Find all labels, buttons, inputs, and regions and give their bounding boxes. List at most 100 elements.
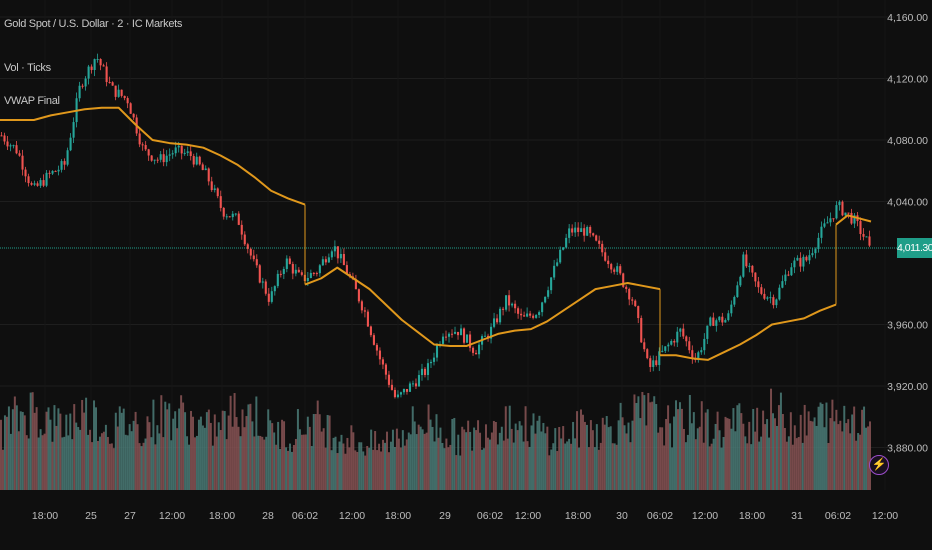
volume-bar [504, 406, 507, 490]
price-chart[interactable]: 4,160.00 4,120.00 4,080.00 4,040.00 3,960.00… [0, 0, 932, 550]
volume-bar [326, 414, 329, 490]
volume-bar [370, 429, 373, 490]
volume-bar [273, 432, 276, 490]
volume-bar [138, 443, 141, 490]
volume-bar [740, 413, 743, 490]
volume-bar [96, 441, 99, 490]
volume-bar [615, 444, 618, 490]
volume-bar [45, 411, 48, 490]
candle [390, 384, 394, 390]
candle [81, 85, 84, 87]
candle [288, 258, 291, 264]
candle [832, 218, 835, 220]
candle [835, 205, 838, 219]
candle [261, 281, 264, 283]
legend-volume[interactable]: Vol · Ticks [4, 62, 51, 74]
volume-bar [73, 404, 76, 490]
volume-bar [389, 441, 392, 490]
volume-bar [492, 420, 495, 490]
candle [736, 285, 739, 298]
volume-bar [219, 430, 222, 490]
volume-bar [182, 402, 185, 490]
volume-bar [425, 432, 428, 490]
y-tick-label: 4,080.00 [887, 135, 928, 147]
legend-symbol[interactable]: Gold Spot / U.S. Dollar · 2 · IC Markets [4, 18, 182, 30]
time-axis[interactable]: 18:00 25 27 12:00 18:00 28 06:02 12:00 18:00 29 06… [32, 510, 898, 522]
volume-bar [387, 452, 390, 490]
price-axis[interactable]: 4,160.00 4,120.00 4,080.00 4,040.00 3,960.00… [887, 12, 928, 455]
volume-bar [528, 446, 531, 490]
volume-bar [716, 411, 719, 490]
volume-bar [41, 435, 44, 490]
volume-bar [546, 426, 549, 490]
volume-bar [314, 414, 317, 490]
candle [829, 218, 832, 223]
volume-bar [47, 407, 50, 490]
volume-bar [5, 416, 8, 490]
candle [45, 172, 48, 186]
x-tick-label: 18:00 [209, 510, 235, 522]
candle [420, 368, 424, 376]
volume-bar [520, 425, 523, 490]
candle [667, 344, 670, 347]
candle [505, 295, 508, 310]
volume-bar [443, 448, 446, 490]
candle [201, 164, 204, 171]
volume-bar [241, 409, 244, 490]
candle [523, 315, 526, 317]
candle [435, 345, 439, 358]
volume-bar [465, 432, 468, 490]
volume-bar [863, 406, 866, 490]
candle [730, 304, 733, 314]
volume-bar [150, 437, 153, 490]
candle [700, 350, 703, 353]
volume-bar [554, 428, 557, 490]
volume-bar [633, 394, 636, 490]
volume-bar [774, 418, 776, 490]
volume-bar [328, 415, 331, 490]
volume-bar [686, 434, 689, 490]
candle [634, 300, 637, 307]
candle [532, 315, 535, 318]
lightning-icon[interactable]: ⚡ [869, 455, 889, 475]
volume-bar [724, 416, 727, 490]
candle [66, 150, 69, 165]
volume-bar [510, 428, 513, 490]
candle [580, 228, 583, 232]
volume-bar [287, 450, 290, 490]
candle [324, 259, 327, 263]
volume-bar [77, 427, 80, 490]
volume-bar [821, 403, 824, 490]
candle [117, 89, 120, 97]
volume-bar [770, 388, 773, 490]
candle [69, 137, 72, 151]
volume-bar [290, 451, 293, 490]
candle [724, 320, 727, 323]
candle [192, 156, 195, 165]
x-tick-label: 18:00 [385, 510, 411, 522]
candle [120, 89, 123, 96]
candle [811, 253, 814, 256]
volume-bar [752, 408, 755, 490]
volume-bar [678, 402, 681, 490]
volume-bar [572, 421, 575, 490]
x-tick-label: 28 [262, 510, 274, 522]
candle [87, 66, 90, 79]
volume-bar [564, 443, 567, 490]
candle [538, 312, 541, 315]
legend-indicator[interactable]: VWAP Final [4, 95, 60, 107]
x-tick-label: 06:02 [292, 510, 318, 522]
x-tick-label: 06:02 [825, 510, 851, 522]
candle [318, 265, 321, 274]
candle [369, 326, 372, 336]
candle [769, 297, 772, 299]
volume-bar [405, 439, 408, 490]
volume-bar [239, 436, 242, 490]
volume-bar [263, 439, 266, 490]
x-tick-label: 12:00 [515, 510, 541, 522]
volume-bar [407, 432, 410, 490]
x-tick-label: 06:02 [647, 510, 673, 522]
candle [93, 59, 96, 70]
volume-bar [781, 413, 784, 490]
volume-bar [49, 419, 52, 490]
